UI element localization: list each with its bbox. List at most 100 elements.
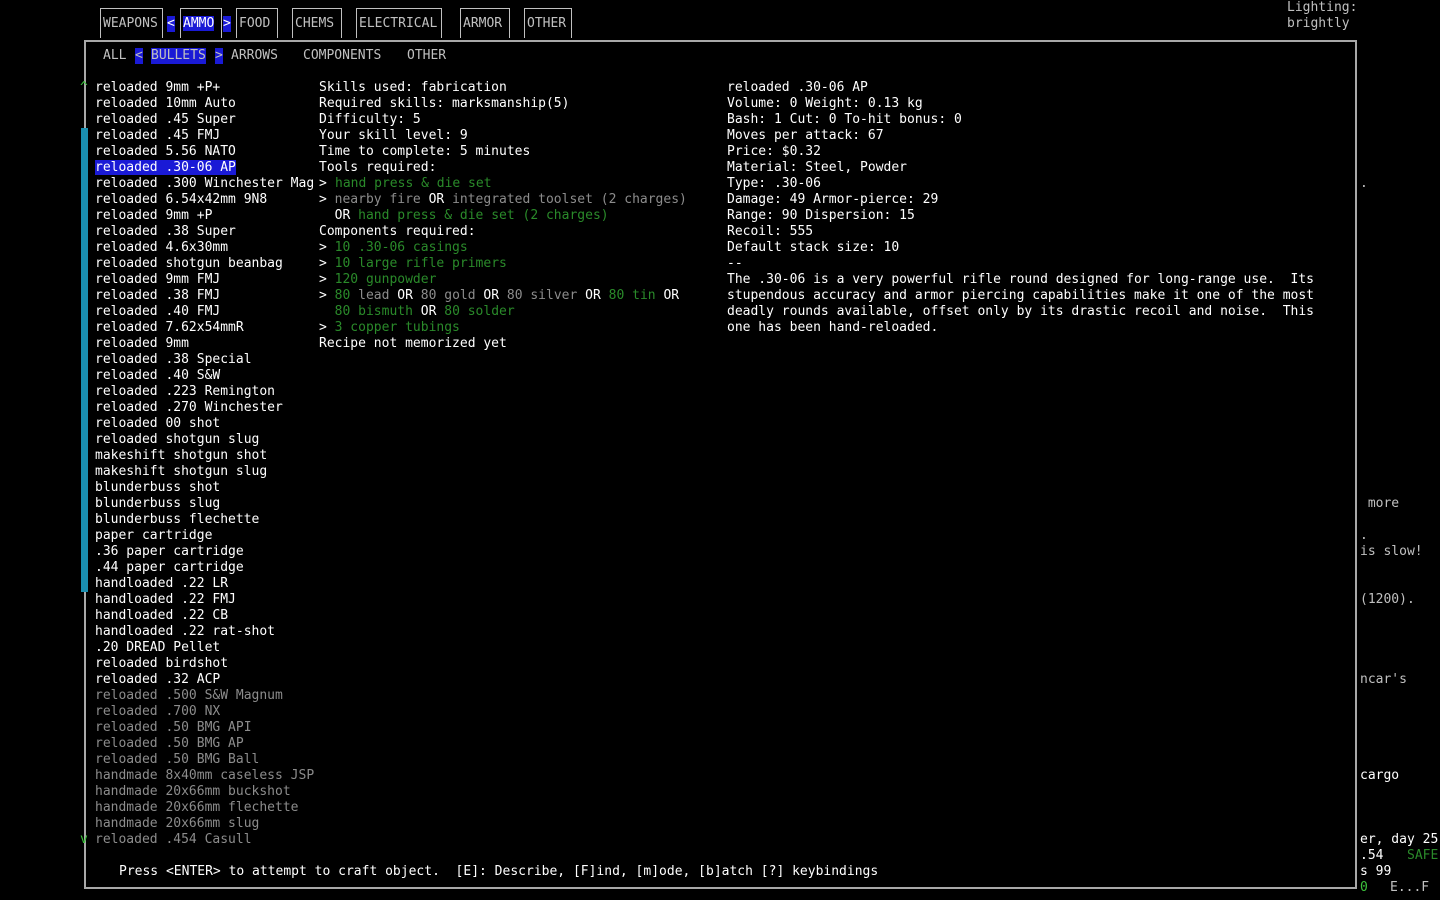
recipe-list-item[interactable]: blunderbuss flechette <box>95 512 314 528</box>
subtab-components[interactable]: COMPONENTS <box>303 48 381 64</box>
recipe-list-item[interactable]: reloaded .270 Winchester <box>95 400 314 416</box>
recipe-list-item[interactable]: reloaded .50 BMG API <box>95 720 314 736</box>
recipe-name: reloaded .700 NX <box>95 704 221 719</box>
recipe-list-item[interactable]: reloaded .40 S&W <box>95 368 314 384</box>
recipe-list-item[interactable]: makeshift shotgun slug <box>95 464 314 480</box>
recipe-list-item[interactable]: reloaded .45 FMJ <box>95 128 314 144</box>
tab-chems[interactable]: CHEMS <box>292 8 342 38</box>
recipe-list-item[interactable]: handloaded .22 LR <box>95 576 314 592</box>
recipe-list-item[interactable]: reloaded .38 FMJ <box>95 288 314 304</box>
recipe-list-item[interactable]: reloaded 00 shot <box>95 416 314 432</box>
recipe-list-item[interactable]: reloaded .45 Super <box>95 112 314 128</box>
recipe-name: reloaded .38 FMJ <box>95 288 221 303</box>
recipe-list-item[interactable]: handmade 20x66mm flechette <box>95 800 314 816</box>
item-stack-size: Default stack size: 10 <box>727 240 900 255</box>
recipe-list-item[interactable]: reloaded .30-06 AP <box>95 160 314 176</box>
recipe-list-item[interactable]: .36 paper cartridge <box>95 544 314 560</box>
recipe-list-item[interactable]: reloaded .300 Winchester Mag <box>95 176 314 192</box>
recipe-list-item[interactable]: handmade 8x40mm caseless JSP <box>95 768 314 784</box>
sidebar-text: .54 <box>1360 848 1384 863</box>
recipe-list-item[interactable]: reloaded shotgun beanbag <box>95 256 314 272</box>
recipe-list-item[interactable]: reloaded shotgun slug <box>95 432 314 448</box>
tab-ammo[interactable]: AMMO <box>180 8 222 38</box>
subtab-all[interactable]: ALL <box>103 48 126 64</box>
tab-electrical[interactable]: ELECTRICAL <box>356 8 442 38</box>
recipe-list-item[interactable]: handloaded .22 rat-shot <box>95 624 314 640</box>
memorized-status: Recipe not memorized yet <box>319 336 507 351</box>
recipe-list-item[interactable]: blunderbuss slug <box>95 496 314 512</box>
recipe-list-item[interactable]: reloaded 9mm <box>95 336 314 352</box>
tab-armor[interactable]: ARMOR <box>460 8 510 38</box>
subtab-other[interactable]: OTHER <box>407 48 446 64</box>
recipe-list-item[interactable]: reloaded .454 Casull <box>95 832 314 848</box>
recipe-list-item[interactable]: makeshift shotgun shot <box>95 448 314 464</box>
component-tin: tin <box>632 288 656 303</box>
recipe-list-item[interactable]: reloaded 9mm +P <box>95 208 314 224</box>
recipe-name: .36 paper cartridge <box>95 544 244 559</box>
recipe-list-item[interactable]: reloaded .38 Super <box>95 224 314 240</box>
recipe-list-item[interactable]: reloaded .38 Special <box>95 352 314 368</box>
recipe-list-item[interactable]: reloaded .50 BMG Ball <box>95 752 314 768</box>
component-gunpowder: 120 gunpowder <box>334 272 437 287</box>
tab-prev-arrow[interactable]: < <box>167 16 175 32</box>
recipe-list-item[interactable]: reloaded 4.6x30mm <box>95 240 314 256</box>
recipe-list-item[interactable]: reloaded birdshot <box>95 656 314 672</box>
item-recoil: Recoil: 555 <box>727 224 814 239</box>
tab-food[interactable]: FOOD <box>236 8 278 38</box>
component-qty: 80 <box>420 288 437 303</box>
tab-next-arrow[interactable]: > <box>223 16 231 32</box>
recipe-list-item[interactable]: reloaded 9mm FMJ <box>95 272 314 288</box>
recipe-list-item[interactable]: handloaded .22 CB <box>95 608 314 624</box>
recipe-list-item[interactable]: handloaded .22 FMJ <box>95 592 314 608</box>
recipe-requirements: Skills used: fabrication Required skills… <box>319 80 687 352</box>
recipe-list-item[interactable]: handmade 20x66mm slug <box>95 816 314 832</box>
component-bismuth: bismuth <box>358 304 413 319</box>
recipe-name: .20 DREAD Pellet <box>95 640 221 655</box>
tab-weapons[interactable]: WEAPONS <box>100 8 163 38</box>
recipe-list-item[interactable]: handmade 20x66mm buckshot <box>95 784 314 800</box>
component-solder: solder <box>467 304 515 319</box>
recipe-name: reloaded .270 Winchester <box>95 400 283 415</box>
sidebar-text: is slow! <box>1360 544 1423 559</box>
recipe-scrollbar[interactable] <box>81 128 88 592</box>
component-line-3: > 120 gunpowder <box>319 272 437 287</box>
or-label: OR <box>428 192 445 207</box>
item-name: reloaded .30-06 AP <box>727 80 868 95</box>
tool-bullet: > <box>319 176 335 191</box>
recipe-name: reloaded 5.56 NATO <box>95 144 236 159</box>
recipe-name: reloaded .45 Super <box>95 112 236 127</box>
recipe-list-item[interactable]: reloaded .223 Remington <box>95 384 314 400</box>
component-casings: 10 .30-06 casings <box>334 240 468 255</box>
time-to-complete: Time to complete: 5 minutes <box>319 144 531 159</box>
subtab-bullets[interactable]: BULLETS <box>151 48 206 64</box>
recipe-list-item[interactable]: reloaded 6.54x42mm 9N8 <box>95 192 314 208</box>
scroll-up-indicator[interactable]: ^ <box>80 80 88 96</box>
subtab-prev-arrow[interactable]: < <box>135 48 143 64</box>
recipe-list-item[interactable]: reloaded 7.62x54mmR <box>95 320 314 336</box>
component-qty: 80 <box>608 288 625 303</box>
recipe-list-item[interactable]: reloaded .50 BMG AP <box>95 736 314 752</box>
recipe-list-item[interactable]: blunderbuss shot <box>95 480 314 496</box>
recipe-list-item[interactable]: .20 DREAD Pellet <box>95 640 314 656</box>
sidebar-text: s 99 <box>1360 864 1392 879</box>
recipe-list-item[interactable]: paper cartridge <box>95 528 314 544</box>
tab-other[interactable]: OTHER <box>524 8 572 38</box>
recipe-list-item[interactable]: reloaded 9mm +P+ <box>95 80 314 96</box>
scroll-down-indicator[interactable]: v <box>80 832 88 848</box>
subtab-arrows[interactable]: ARROWS <box>231 48 278 64</box>
recipe-list-item[interactable]: reloaded .500 S&W Magnum <box>95 688 314 704</box>
recipe-name: handloaded .22 rat-shot <box>95 624 276 639</box>
sidebar-text: . <box>1360 528 1368 543</box>
recipe-name: paper cartridge <box>95 528 213 543</box>
recipe-list-item[interactable]: reloaded .32 ACP <box>95 672 314 688</box>
recipe-list-item[interactable]: reloaded 5.56 NATO <box>95 144 314 160</box>
recipe-name: reloaded .38 Special <box>95 352 252 367</box>
tool-line-2: > nearby fire OR integrated toolset (2 c… <box>319 192 687 208</box>
recipe-list-item[interactable]: reloaded 10mm Auto <box>95 96 314 112</box>
recipe-list-item[interactable]: .44 paper cartridge <box>95 560 314 576</box>
component-qty: 80 <box>334 288 351 303</box>
recipe-list-item[interactable]: reloaded .700 NX <box>95 704 314 720</box>
recipe-name: handmade 20x66mm slug <box>95 816 260 831</box>
recipe-list-item[interactable]: reloaded .40 FMJ <box>95 304 314 320</box>
subtab-next-arrow[interactable]: > <box>215 48 223 64</box>
